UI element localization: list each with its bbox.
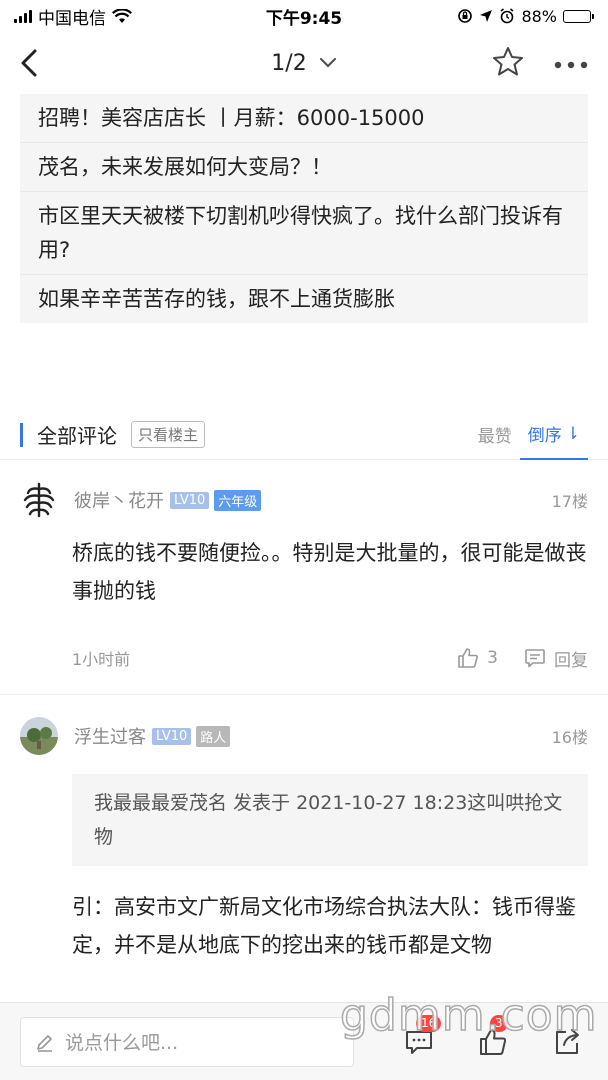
- share-icon: [556, 1028, 579, 1054]
- thumbs-up-icon: [458, 648, 479, 668]
- comment-input-placeholder: 说点什么吧...: [65, 1032, 179, 1054]
- more-button[interactable]: [554, 54, 588, 73]
- like-post-button[interactable]: 3: [476, 1014, 510, 1059]
- battery-percent: 88%: [521, 6, 557, 26]
- floor-number: 16楼: [551, 728, 588, 747]
- signal-icon: [14, 9, 32, 23]
- back-chevron-icon: [21, 49, 37, 77]
- rank-badge: 路人: [196, 725, 231, 747]
- comments-title: 全部评论: [37, 424, 117, 448]
- rank-badge: 六年级: [214, 489, 262, 511]
- alarm-icon: [500, 8, 514, 24]
- reply-icon: [525, 649, 545, 668]
- sort-reverse-label: 倒序: [527, 426, 562, 446]
- avatar[interactable]: [20, 717, 58, 755]
- comment-input[interactable]: 说点什么吧...: [20, 1016, 354, 1067]
- pencil-icon: [37, 1034, 52, 1052]
- comment-body: 引：高安市文广新局文化市场综合执法大队：钱币得鉴定，并不是从地底下的挖出来的钱币…: [72, 895, 576, 957]
- reply-label: 回复: [554, 650, 588, 671]
- like-count: 3: [487, 648, 498, 668]
- username[interactable]: 浮生过客: [74, 723, 146, 749]
- related-post-item[interactable]: 茂名，未来发展如何大变局？！: [20, 143, 588, 192]
- related-post-item[interactable]: 市区里天天被楼下切割机吵得快疯了。找什么部门投诉有用?: [20, 192, 588, 275]
- star-icon: [493, 47, 523, 76]
- username[interactable]: 彼岸丶花开: [74, 487, 164, 513]
- comment-time: 1小时前: [72, 650, 131, 669]
- chevron-down-icon: [319, 57, 336, 68]
- sort-reverse-tab[interactable]: 倒序 ⇂: [519, 410, 588, 460]
- level-badge: LV10: [152, 727, 192, 745]
- avatar[interactable]: [20, 481, 58, 519]
- comment-item: 彼岸丶花开 LV10 六年级 17楼 桥底的钱不要随便捡。。特别是大批量的，很可…: [0, 480, 608, 678]
- related-posts: 招聘！美容店店长 丨月薪：6000-15000 茂名，未来发展如何大变局？！ 市…: [20, 94, 588, 323]
- reply-button[interactable]: 回复: [524, 646, 588, 671]
- nav-bar: 1/2: [0, 32, 608, 94]
- section-accent-bar: [20, 422, 23, 447]
- related-post-item[interactable]: 招聘！美容店店长 丨月薪：6000-15000: [20, 94, 588, 143]
- like-count-badge: 3: [490, 1014, 508, 1032]
- more-icon: [554, 61, 588, 68]
- orientation-lock-icon: [458, 9, 473, 23]
- status-time: 下午9:45: [265, 8, 343, 29]
- floor-number: 17楼: [551, 492, 588, 511]
- back-button[interactable]: [20, 49, 38, 77]
- wifi-icon: [112, 8, 132, 23]
- sort-hot-tab[interactable]: 最赞: [470, 410, 520, 460]
- bottom-bar: 说点什么吧... 16 3: [0, 1002, 608, 1080]
- status-bar: 中国电信 下午9:45 88%: [0, 0, 608, 32]
- quoted-post: 我最最最爱茂名 发表于 2021-10-27 18:23这叫哄抢文物: [72, 774, 588, 866]
- comments-button[interactable]: 16: [402, 1014, 442, 1059]
- favorite-button[interactable]: [492, 46, 524, 80]
- comments-header: 全部评论 只看楼主 最赞 倒序 ⇂: [0, 410, 608, 460]
- related-post-item[interactable]: 如果辛辛苦苦存的钱，跟不上通货膨胀: [20, 275, 588, 323]
- location-icon: [480, 10, 493, 22]
- comment-body: 桥底的钱不要随便捡。。特别是大批量的，很可能是做丧事抛的钱: [72, 541, 587, 603]
- comment-count-badge: 16: [416, 1014, 442, 1032]
- carrier-label: 中国电信: [38, 8, 106, 29]
- comment-item: 浮生过客 LV10 路人 16楼 我最最最爱茂名 发表于 2021-10-27 …: [0, 716, 608, 978]
- battery-icon: [563, 9, 594, 23]
- divider: [0, 694, 608, 695]
- only-op-button[interactable]: 只看楼主: [131, 421, 206, 448]
- page-indicator: 1/2: [271, 50, 307, 76]
- share-button[interactable]: [550, 1025, 584, 1059]
- like-button[interactable]: 3: [457, 647, 498, 669]
- level-badge: LV10: [170, 491, 210, 509]
- sort-arrow-icon: ⇂: [565, 423, 580, 444]
